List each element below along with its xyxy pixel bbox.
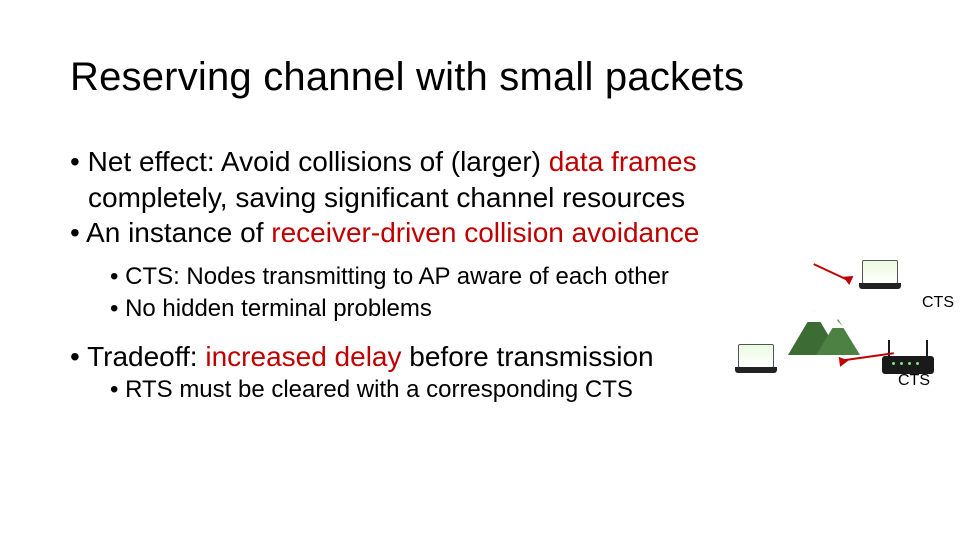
cts-arrow-icon — [813, 263, 850, 282]
slide: Reserving channel with small packets Net… — [0, 0, 960, 540]
slide-title: Reserving channel with small packets — [70, 55, 900, 100]
bullet-net-effect-cont: completely, saving significant channel r… — [88, 181, 900, 215]
highlight-increased-delay: increased delay — [205, 341, 409, 372]
cts-label: CTS — [898, 372, 930, 390]
mountain-snow-icon — [804, 311, 824, 322]
cts-diagram: CTS CTS — [730, 260, 950, 410]
laptop-icon — [738, 344, 774, 368]
highlight-receiver-driven: receiver-driven collision avoidance — [271, 217, 699, 248]
text: Tradeoff: — [87, 341, 205, 372]
text: Net effect: Avoid collisions of (larger) — [88, 146, 549, 177]
laptop-icon — [862, 260, 898, 284]
bullet-instance: An instance of receiver-driven collision… — [70, 216, 900, 250]
text: before transmission — [409, 341, 653, 372]
cts-label: CTS — [922, 294, 954, 312]
text: An instance of — [86, 217, 271, 248]
highlight-data-frames: data frames — [549, 146, 697, 177]
mountain-snow-icon — [828, 319, 844, 328]
bullet-net-effect: Net effect: Avoid collisions of (larger)… — [70, 145, 900, 179]
